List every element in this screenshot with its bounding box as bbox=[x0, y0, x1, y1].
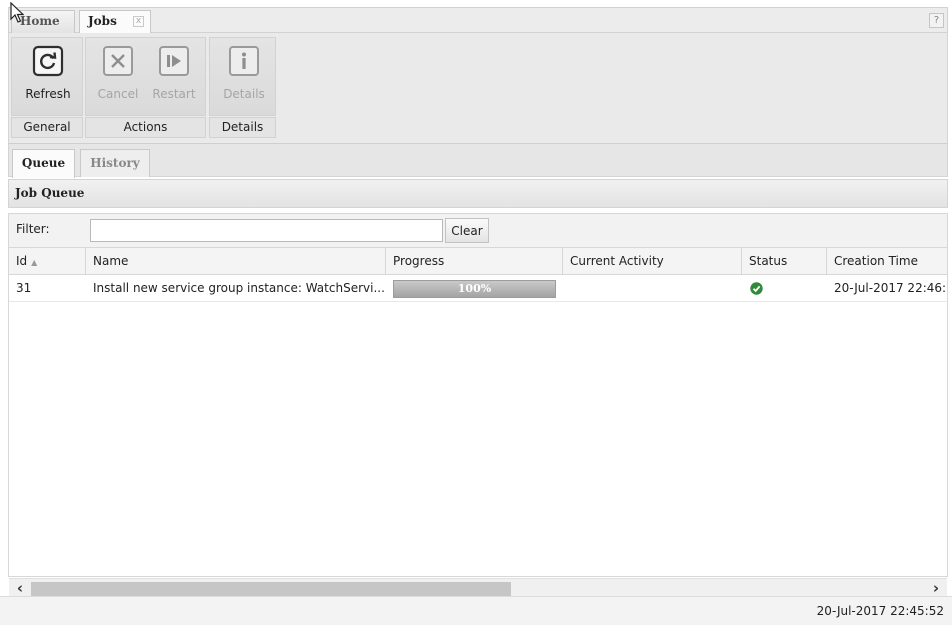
column-header-creation-time[interactable]: Creation Time bbox=[827, 248, 947, 275]
cell-progress: 100% bbox=[386, 276, 563, 302]
table-row[interactable]: 31 Install new service group instance: W… bbox=[9, 276, 947, 302]
jobs-window: Home Jobs x ? Refresh General Cancel Res… bbox=[8, 7, 948, 601]
info-icon bbox=[229, 46, 259, 76]
close-icon[interactable]: x bbox=[133, 16, 144, 27]
refresh-icon bbox=[32, 45, 64, 77]
ribbon-group-actions: Cancel Restart Actions bbox=[85, 37, 206, 138]
mouse-cursor-icon bbox=[10, 2, 24, 23]
column-header-progress[interactable]: Progress bbox=[386, 248, 563, 275]
cell-id: 31 bbox=[16, 281, 32, 295]
sub-tab-bar: Queue History bbox=[8, 143, 948, 178]
progress-label: 100% bbox=[457, 282, 492, 295]
job-queue-table: Id ▲ Name Progress Current Activity Statu… bbox=[8, 247, 948, 577]
cell-name: Install new service group instance: Watc… bbox=[93, 281, 385, 295]
ribbon-group-details: Details Details bbox=[209, 37, 276, 138]
restart-label: Restart bbox=[152, 87, 196, 101]
filter-row: Filter: Clear bbox=[8, 213, 948, 247]
column-header-current-activity[interactable]: Current Activity bbox=[563, 248, 742, 275]
sort-ascending-icon: ▲ bbox=[31, 258, 38, 267]
tab-queue[interactable]: Queue bbox=[12, 149, 75, 178]
column-header-id[interactable]: Id ▲ bbox=[9, 248, 86, 275]
cancel-icon bbox=[103, 46, 133, 76]
ribbon-group-general: Refresh General bbox=[11, 37, 83, 138]
column-header-id-label: Id bbox=[16, 254, 28, 268]
cell-current-activity bbox=[563, 276, 742, 302]
top-tab-bar: Home Jobs x ? bbox=[8, 7, 948, 34]
clear-button[interactable]: Clear bbox=[445, 218, 489, 243]
panel-title: Job Queue bbox=[8, 179, 948, 208]
details-label: Details bbox=[223, 87, 265, 101]
ribbon-toolbar: Refresh General Cancel Restart Actions D… bbox=[8, 33, 948, 143]
refresh-button[interactable]: Refresh bbox=[20, 44, 76, 112]
refresh-label: Refresh bbox=[25, 87, 71, 101]
tab-jobs[interactable]: Jobs x bbox=[79, 10, 151, 34]
tab-home-label: Home bbox=[20, 14, 60, 28]
ribbon-group-label-details: Details bbox=[209, 117, 276, 138]
table-header: Id ▲ Name Progress Current Activity Statu… bbox=[9, 248, 947, 275]
progress-bar: 100% bbox=[393, 280, 556, 298]
details-button[interactable]: Details bbox=[216, 44, 272, 112]
restart-button[interactable]: Restart bbox=[146, 44, 202, 112]
status-time: 20-Jul-2017 22:45:52 bbox=[816, 604, 944, 618]
column-header-status[interactable]: Status bbox=[742, 248, 827, 275]
check-circle-icon bbox=[750, 282, 763, 295]
cancel-button[interactable]: Cancel bbox=[90, 44, 146, 112]
tab-history[interactable]: History bbox=[80, 149, 150, 177]
horizontal-scrollbar[interactable]: ‹ › bbox=[9, 578, 947, 598]
cancel-label: Cancel bbox=[97, 87, 139, 101]
ribbon-group-label-actions: Actions bbox=[85, 117, 206, 138]
status-bar: 20-Jul-2017 22:45:52 bbox=[0, 596, 952, 625]
tab-jobs-label: Jobs bbox=[88, 14, 117, 28]
restart-icon bbox=[159, 46, 189, 76]
filter-label: Filter: bbox=[16, 222, 50, 236]
filter-input[interactable] bbox=[90, 219, 443, 242]
cell-creation-time: 20-Jul-2017 22:46: bbox=[834, 281, 947, 295]
ribbon-group-label-general: General bbox=[11, 117, 83, 138]
help-button[interactable]: ? bbox=[929, 13, 944, 28]
column-header-name[interactable]: Name bbox=[86, 248, 386, 275]
scrollbar-thumb[interactable] bbox=[31, 582, 511, 596]
cell-status bbox=[742, 276, 827, 302]
